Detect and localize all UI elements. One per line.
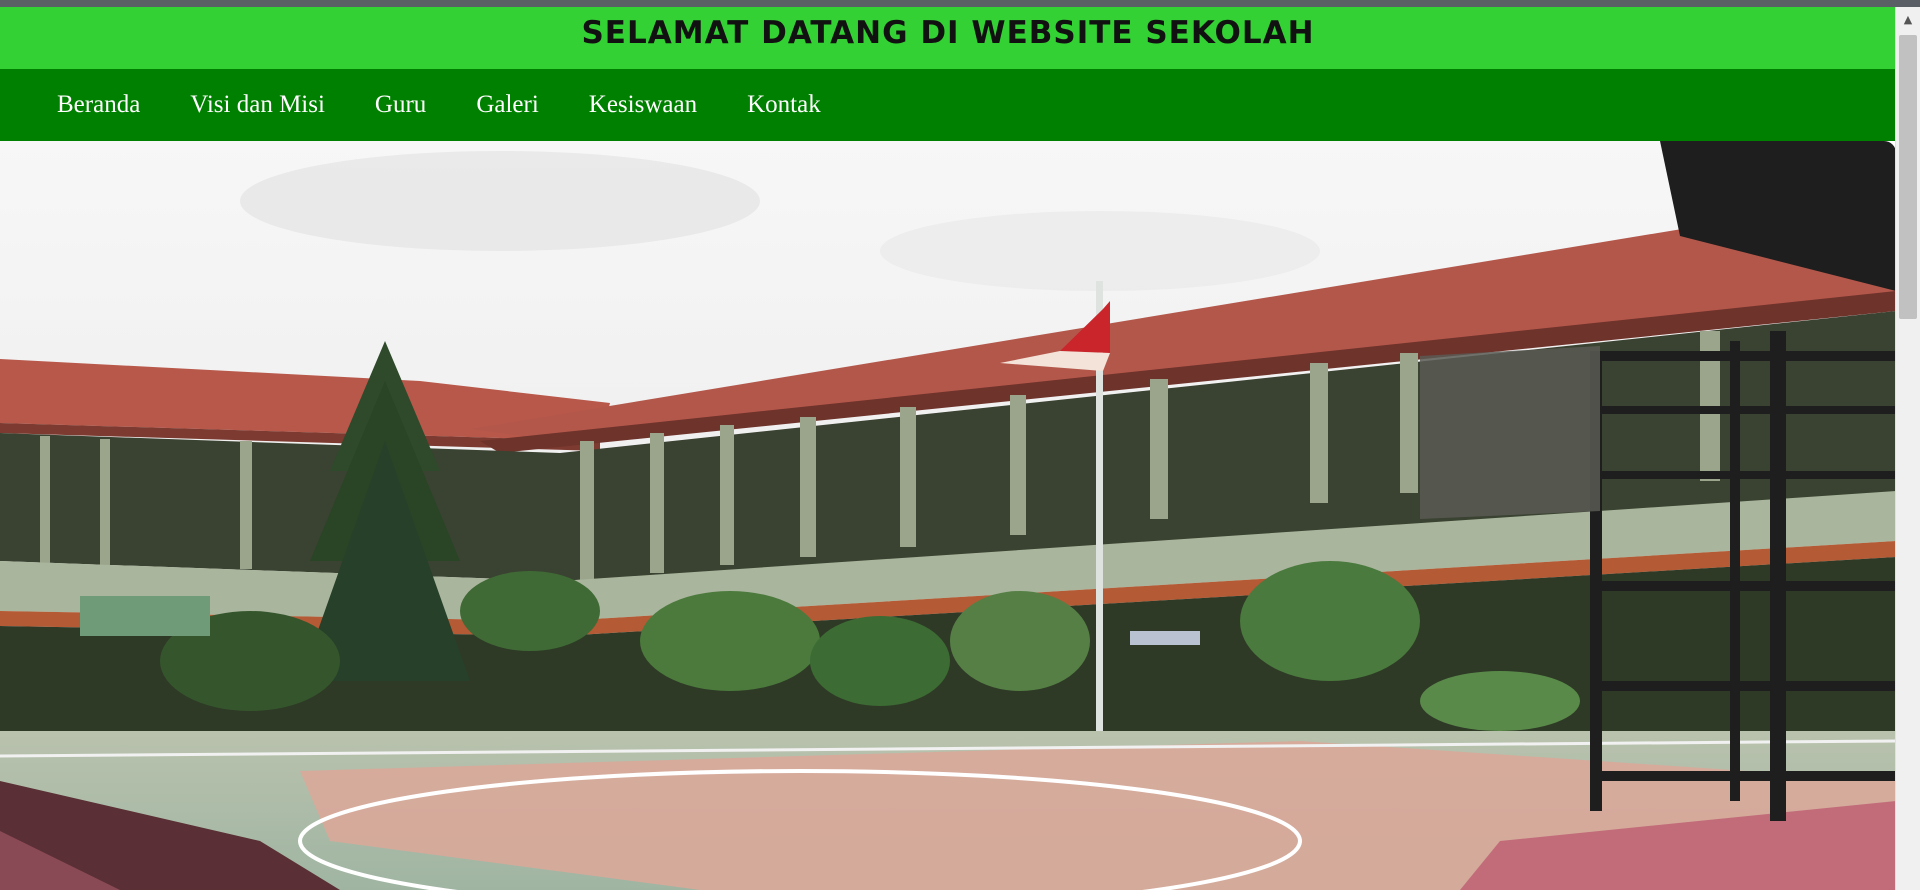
- nav-beranda[interactable]: Beranda: [32, 69, 165, 141]
- nav-visi-dan-misi[interactable]: Visi dan Misi: [165, 69, 350, 141]
- chevron-up-icon[interactable]: ▲: [1896, 13, 1920, 27]
- browser-top-border: [0, 0, 1920, 7]
- nav-galeri[interactable]: Galeri: [451, 69, 563, 141]
- site-header: SELAMAT DATANG DI WEBSITE SEKOLAH: [0, 7, 1896, 69]
- nav-kesiswaan[interactable]: Kesiswaan: [564, 69, 722, 141]
- school-building-illustration: [0, 141, 1896, 890]
- scrollbar-thumb[interactable]: [1899, 35, 1917, 319]
- school-photo: [0, 141, 1896, 890]
- nav-kontak[interactable]: Kontak: [722, 69, 846, 141]
- page-scrollbar[interactable]: ▲: [1895, 7, 1920, 890]
- nav-guru[interactable]: Guru: [350, 69, 451, 141]
- page-title: SELAMAT DATANG DI WEBSITE SEKOLAH: [581, 15, 1315, 51]
- page: SELAMAT DATANG DI WEBSITE SEKOLAH Berand…: [0, 7, 1896, 890]
- main-nav: Beranda Visi dan Misi Guru Galeri Kesisw…: [0, 69, 1896, 141]
